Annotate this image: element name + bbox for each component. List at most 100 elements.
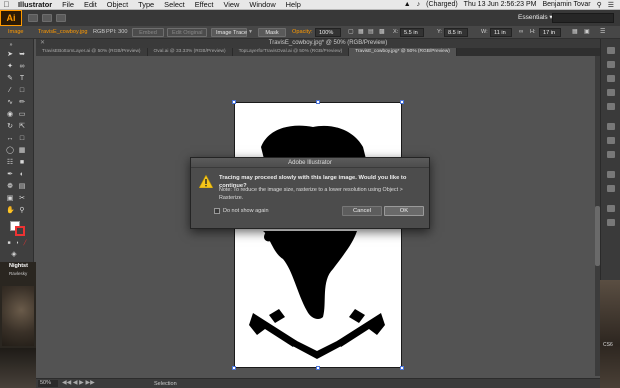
embed-button[interactable]: Embed — [132, 28, 164, 37]
do-not-show-again-label[interactable]: Do not show again — [223, 208, 269, 214]
artboard[interactable] — [234, 102, 402, 368]
none-mode-icon[interactable]: ╱ — [21, 239, 29, 247]
linked-file-name[interactable]: TravisE_cowboy.jpg — [38, 28, 87, 37]
bounding-handle-top-right[interactable] — [400, 100, 404, 104]
layers-panel-icon[interactable] — [607, 205, 615, 212]
magic-wand-tool-icon[interactable]: ✦ — [6, 63, 14, 71]
artboards-panel-icon[interactable] — [607, 219, 615, 226]
image-trace-button[interactable]: Image Trace — [211, 28, 247, 37]
symbol-sprayer-tool-icon[interactable]: ❁ — [6, 183, 14, 191]
artboard-tool-icon[interactable]: ▣ — [6, 195, 14, 203]
color-mode-icon[interactable]: ■ — [5, 239, 13, 247]
bounding-handle-bottom-right[interactable] — [400, 366, 404, 370]
menu-effect[interactable]: Effect — [190, 0, 219, 9]
link-proportions-icon[interactable]: ∞ — [519, 28, 523, 37]
x-input[interactable]: 5.5 in — [400, 28, 424, 37]
blob-brush-tool-icon[interactable]: ◉ — [6, 111, 14, 119]
video-thumbnail[interactable]: Nightst Ravlesky — [0, 262, 36, 388]
panel-menu-icon[interactable]: ☰ — [600, 28, 605, 37]
mesh-tool-icon[interactable]: ☷ — [6, 159, 14, 167]
menu-file[interactable]: File — [57, 0, 79, 9]
opacity-input[interactable]: 100% — [315, 28, 341, 37]
pathfinder-icon[interactable]: ▣ — [584, 28, 590, 37]
trace-dropdown-icon[interactable]: ▼ — [248, 28, 253, 37]
free-transform-tool-icon[interactable]: □ — [18, 135, 26, 143]
grid-icon[interactable]: ▦ — [358, 28, 364, 37]
user-name[interactable]: Benjamin Tovar — [542, 1, 590, 8]
menu-object[interactable]: Object — [102, 0, 133, 9]
symbols-panel-icon[interactable] — [607, 103, 615, 110]
color-guide-icon[interactable] — [607, 61, 615, 68]
gradient-tool-icon[interactable]: ■ — [18, 159, 26, 167]
arrange-documents-icon[interactable] — [42, 14, 52, 22]
pencil-tool-icon[interactable]: ✏ — [18, 99, 26, 107]
type-tool-icon[interactable]: T — [18, 75, 26, 83]
transparency-panel-icon[interactable] — [607, 151, 615, 158]
spotlight-icon[interactable]: ⚲ — [597, 1, 602, 9]
ok-button[interactable]: OK — [384, 206, 424, 216]
transform-icon[interactable]: ▦ — [572, 28, 578, 37]
workspace-switcher[interactable]: Essentials — [518, 13, 553, 21]
paintbrush-tool-icon[interactable]: ∿ — [6, 99, 14, 107]
apple-menu-icon[interactable]:  — [0, 0, 13, 9]
width-tool-icon[interactable]: ↔ — [6, 135, 14, 143]
tab-travise-bottom-layer[interactable]: TravisEBottomLayer.ai @ 50% (RGB/Preview… — [36, 48, 148, 56]
current-tool-status[interactable]: Selection — [154, 381, 177, 387]
menu-help[interactable]: Help — [281, 0, 306, 9]
tab-top-layer-travis-oval[interactable]: TopLayerforTravisOval.ai @ 50% (RGB/Prev… — [232, 48, 350, 56]
eyedropper-tool-icon[interactable]: ✒ — [6, 171, 14, 179]
line-tool-icon[interactable]: ⁄ — [6, 87, 14, 95]
stroke-color-swatch[interactable] — [15, 226, 25, 236]
lasso-tool-icon[interactable]: ∞ — [18, 63, 26, 71]
clock[interactable]: Thu 13 Jun 2:56:23 PM — [464, 1, 537, 8]
scale-tool-icon[interactable]: ⇱ — [18, 123, 26, 131]
cancel-button[interactable]: Cancel — [342, 206, 382, 216]
mask-button[interactable]: Mask — [258, 28, 286, 37]
bounding-handle-top-left[interactable] — [232, 100, 236, 104]
menu-edit[interactable]: Edit — [79, 0, 102, 9]
drawing-mode-icon[interactable]: ◈ — [10, 251, 18, 259]
rectangle-tool-icon[interactable]: □ — [18, 87, 26, 95]
direct-selection-tool-icon[interactable]: ➥ — [18, 51, 26, 59]
edit-original-button[interactable]: Edit Original — [167, 28, 207, 37]
rotate-tool-icon[interactable]: ↻ — [6, 123, 14, 131]
brushes-panel-icon[interactable] — [607, 89, 615, 96]
artboard-navigation-icon[interactable]: ◀◀ ◀ ▶ ▶▶ — [62, 380, 95, 387]
gradient-panel-icon[interactable] — [607, 137, 615, 144]
bounding-handle-top-center[interactable] — [316, 100, 320, 104]
slice-tool-icon[interactable]: ✂ — [18, 195, 26, 203]
tab-oval[interactable]: Oval.ai @ 33.33% (RGB/Preview) — [147, 48, 233, 56]
gradient-mode-icon[interactable]: ◑ — [13, 239, 21, 247]
blend-tool-icon[interactable]: ◐ — [18, 171, 26, 179]
opacity-label[interactable]: Opacity: — [292, 28, 313, 37]
appearance-panel-icon[interactable] — [607, 171, 615, 178]
bounding-handle-bottom-center[interactable] — [316, 366, 320, 370]
selection-tool-icon[interactable]: ➤ — [6, 51, 14, 59]
do-not-show-again-checkbox[interactable] — [214, 208, 220, 214]
align-icon[interactable]: ▤ — [368, 28, 374, 37]
perspective-grid-tool-icon[interactable]: ▦ — [18, 147, 26, 155]
stroke-panel-icon[interactable] — [607, 123, 615, 130]
color-panel-icon[interactable] — [607, 47, 615, 54]
wifi-icon[interactable]: ▲ — [404, 1, 411, 8]
battery-status[interactable]: (Charged) — [426, 1, 458, 8]
close-document-icon[interactable]: ✕ — [40, 39, 45, 48]
bounding-handle-bottom-left[interactable] — [232, 366, 236, 370]
tools-collapse-icon[interactable]: » — [7, 41, 15, 49]
zoom-tool-icon[interactable]: ⚲ — [18, 207, 26, 215]
h-input[interactable]: 17 in — [539, 28, 561, 37]
column-graph-tool-icon[interactable]: ▤ — [18, 183, 26, 191]
gpu-icon[interactable] — [56, 14, 66, 22]
style-swatch-icon[interactable]: ▢ — [348, 28, 354, 37]
tab-travise-cowboy[interactable]: TravisE_cowboy.jpg* @ 50% (RGB/Preview) — [349, 48, 457, 56]
bridge-icon[interactable] — [28, 14, 38, 22]
eraser-tool-icon[interactable]: ▭ — [18, 111, 26, 119]
menu-type[interactable]: Type — [133, 0, 159, 9]
list-icon[interactable]: ☰ — [608, 1, 614, 9]
reference-point-icon[interactable]: ▩ — [379, 28, 385, 37]
graphic-styles-panel-icon[interactable] — [607, 185, 615, 192]
help-search-input[interactable] — [552, 13, 614, 23]
menu-window[interactable]: Window — [244, 0, 280, 9]
volume-icon[interactable]: ♪ — [417, 1, 421, 8]
swatches-panel-icon[interactable] — [607, 75, 615, 82]
